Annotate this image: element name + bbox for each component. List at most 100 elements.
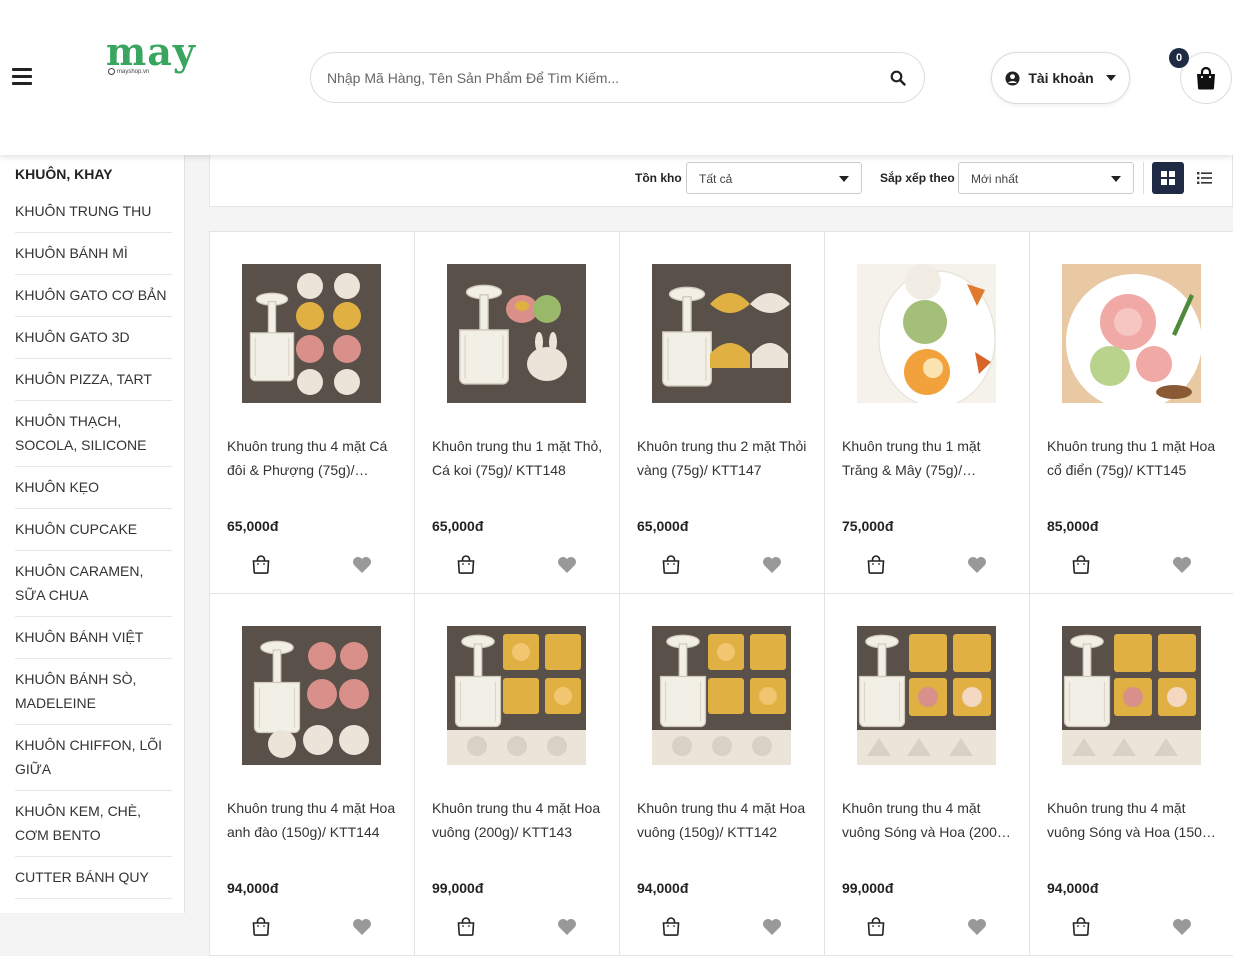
sidebar-category-item[interactable]: KHUÔN TRUNG THU [15,191,172,233]
product-card[interactable]: Khuôn trung thu 4 mặt Hoa vuông (150g)/ … [619,593,825,956]
product-image[interactable] [857,264,996,403]
chevron-down-icon [839,176,849,182]
product-image[interactable] [447,626,586,765]
hamburger-menu-icon[interactable] [12,68,32,86]
product-image[interactable] [857,626,996,765]
heart-icon[interactable] [1172,918,1192,936]
site-logo[interactable]: may mayshop.vn [106,32,196,75]
grid-icon [1161,171,1175,185]
sidebar-category-item[interactable]: KHUÔN THẠCH, SOCOLA, SILICONE [15,401,172,467]
chevron-down-icon [1111,176,1121,182]
product-image[interactable] [652,626,791,765]
stock-filter-value: Tất cả [699,172,733,186]
product-name[interactable]: Khuôn trung thu 4 mặt Hoa anh đào (150g)… [227,796,399,844]
product-card[interactable]: Khuôn trung thu 4 mặt vuông Sóng và Hoa … [1029,593,1233,956]
sidebar-category-item[interactable]: KHUÔN CHIFFON, LÕI GIỮA [15,725,172,791]
heart-icon[interactable] [1172,556,1192,574]
product-card[interactable]: Khuôn trung thu 1 mặt Thỏ, Cá koi (75g)/… [414,231,620,594]
product-name[interactable]: Khuôn trung thu 4 mặt Hoa vuông (150g)/ … [637,796,809,844]
heart-icon[interactable] [352,556,372,574]
product-name[interactable]: Khuôn trung thu 4 mặt vuông Sóng và Hoa … [1047,796,1219,844]
sidebar-category-item[interactable]: KHUÔN BÁNH MÌ [15,233,172,275]
product-image[interactable] [1062,264,1201,403]
product-name[interactable]: Khuôn trung thu 4 mặt Hoa vuông (200g)/ … [432,796,604,844]
product-price: 94,000đ [1047,880,1099,896]
list-view-button[interactable] [1188,162,1220,194]
product-price: 65,000đ [637,518,689,534]
product-name[interactable]: Khuôn trung thu 1 mặt Thỏ, Cá koi (75g)/… [432,434,604,482]
product-card[interactable]: Khuôn trung thu 4 mặt vuông Sóng và Hoa … [824,593,1030,956]
product-price: 99,000đ [842,880,894,896]
product-card[interactable]: Khuôn trung thu 2 mặt Thỏi vàng (75g)/ K… [619,231,825,594]
logo-subtext-row: mayshop.vn [108,68,149,75]
product-name[interactable]: Khuôn trung thu 1 mặt Hoa cổ điển (75g)/… [1047,434,1219,482]
search-bar [310,52,925,103]
category-list: KHUÔN TRUNG THU KHUÔN BÁNH MÌ KHUÔN GATO C… [15,191,172,913]
heart-icon[interactable] [762,556,782,574]
product-price: 94,000đ [637,880,689,896]
sidebar-category-item[interactable]: KHUÔN KEM, CHÈ, CƠM BENTO [15,791,172,857]
product-price: 94,000đ [227,880,279,896]
site-header: may mayshop.vn Tài khoản 0 [0,0,1233,155]
divider [1143,162,1144,194]
filter-toolbar: Tồn kho Tất cả Sắp xếp theo Mới nhất [209,155,1233,207]
product-card[interactable]: Khuôn trung thu 1 mặt Trăng & Mây (75g)/… [824,231,1030,594]
product-name[interactable]: Khuôn trung thu 2 mặt Thỏi vàng (75g)/ K… [637,434,809,482]
shopping-bag-icon [1197,66,1215,90]
product-price: 75,000đ [842,518,894,534]
product-price: 85,000đ [1047,518,1099,534]
sidebar-category-item[interactable]: KHUÔN CARAMEN, SỮA CHUA [15,551,172,617]
product-card[interactable]: Khuôn trung thu 4 mặt Cá đôi & Phượng (7… [209,231,415,594]
add-to-cart-icon[interactable] [457,555,475,574]
add-to-cart-icon[interactable] [867,555,885,574]
sort-value: Mới nhất [971,172,1019,186]
add-to-cart-icon[interactable] [662,555,680,574]
account-button[interactable]: Tài khoản [991,52,1130,104]
heart-icon[interactable] [762,918,782,936]
add-to-cart-icon[interactable] [1072,555,1090,574]
add-to-cart-icon[interactable] [252,555,270,574]
sort-select[interactable]: Mới nhất [958,162,1134,194]
list-icon [1196,172,1212,184]
add-to-cart-icon[interactable] [662,917,680,936]
heart-icon[interactable] [557,918,577,936]
sidebar-category-item[interactable]: KHUÔN CUPCAKE [15,509,172,551]
product-price: 65,000đ [432,518,484,534]
add-to-cart-icon[interactable] [867,917,885,936]
product-image[interactable] [242,626,381,765]
search-icon[interactable] [890,70,906,86]
sidebar-category-item[interactable]: KHUÔN PIZZA, TART [15,359,172,401]
heart-icon[interactable] [967,918,987,936]
grid-view-button[interactable] [1152,162,1184,194]
heart-icon[interactable] [967,556,987,574]
sidebar-category-item[interactable]: KHUÔN GATO CƠ BẢN [15,275,172,317]
sidebar-category-item[interactable]: KHUÔN BÁNH SÒ, MADELEINE [15,659,172,725]
sidebar-category-item[interactable]: RAMEKIN [15,899,172,913]
product-image[interactable] [652,264,791,403]
cart-count-badge: 0 [1169,48,1189,68]
sidebar-category-item[interactable]: KHUÔN GATO 3D [15,317,172,359]
add-to-cart-icon[interactable] [457,917,475,936]
product-card[interactable]: Khuôn trung thu 4 mặt Hoa anh đào (150g)… [209,593,415,956]
product-image[interactable] [1062,626,1201,765]
chevron-down-icon [1105,75,1116,81]
product-price: 65,000đ [227,518,279,534]
product-name[interactable]: Khuôn trung thu 4 mặt Cá đôi & Phượng (7… [227,434,399,482]
search-input[interactable] [327,65,867,91]
sidebar-category-item[interactable]: KHUÔN KẸO [15,467,172,509]
sidebar-category-item[interactable]: KHUÔN BÁNH VIỆT [15,617,172,659]
sidebar-title: KHUÔN, KHAY [15,166,113,182]
add-to-cart-icon[interactable] [252,917,270,936]
product-image[interactable] [447,264,586,403]
product-name[interactable]: Khuôn trung thu 1 mặt Trăng & Mây (75g)/… [842,434,1014,482]
product-name[interactable]: Khuôn trung thu 4 mặt vuông Sóng và Hoa … [842,796,1014,844]
product-card[interactable]: Khuôn trung thu 4 mặt Hoa vuông (200g)/ … [414,593,620,956]
sidebar-category-item[interactable]: CUTTER BÁNH QUY [15,857,172,899]
add-to-cart-icon[interactable] [1072,917,1090,936]
heart-icon[interactable] [557,556,577,574]
product-image[interactable] [242,264,381,403]
heart-icon[interactable] [352,918,372,936]
stock-filter-select[interactable]: Tất cả [686,162,862,194]
product-card[interactable]: Khuôn trung thu 1 mặt Hoa cổ điển (75g)/… [1029,231,1233,594]
sort-label: Sắp xếp theo [880,171,955,185]
